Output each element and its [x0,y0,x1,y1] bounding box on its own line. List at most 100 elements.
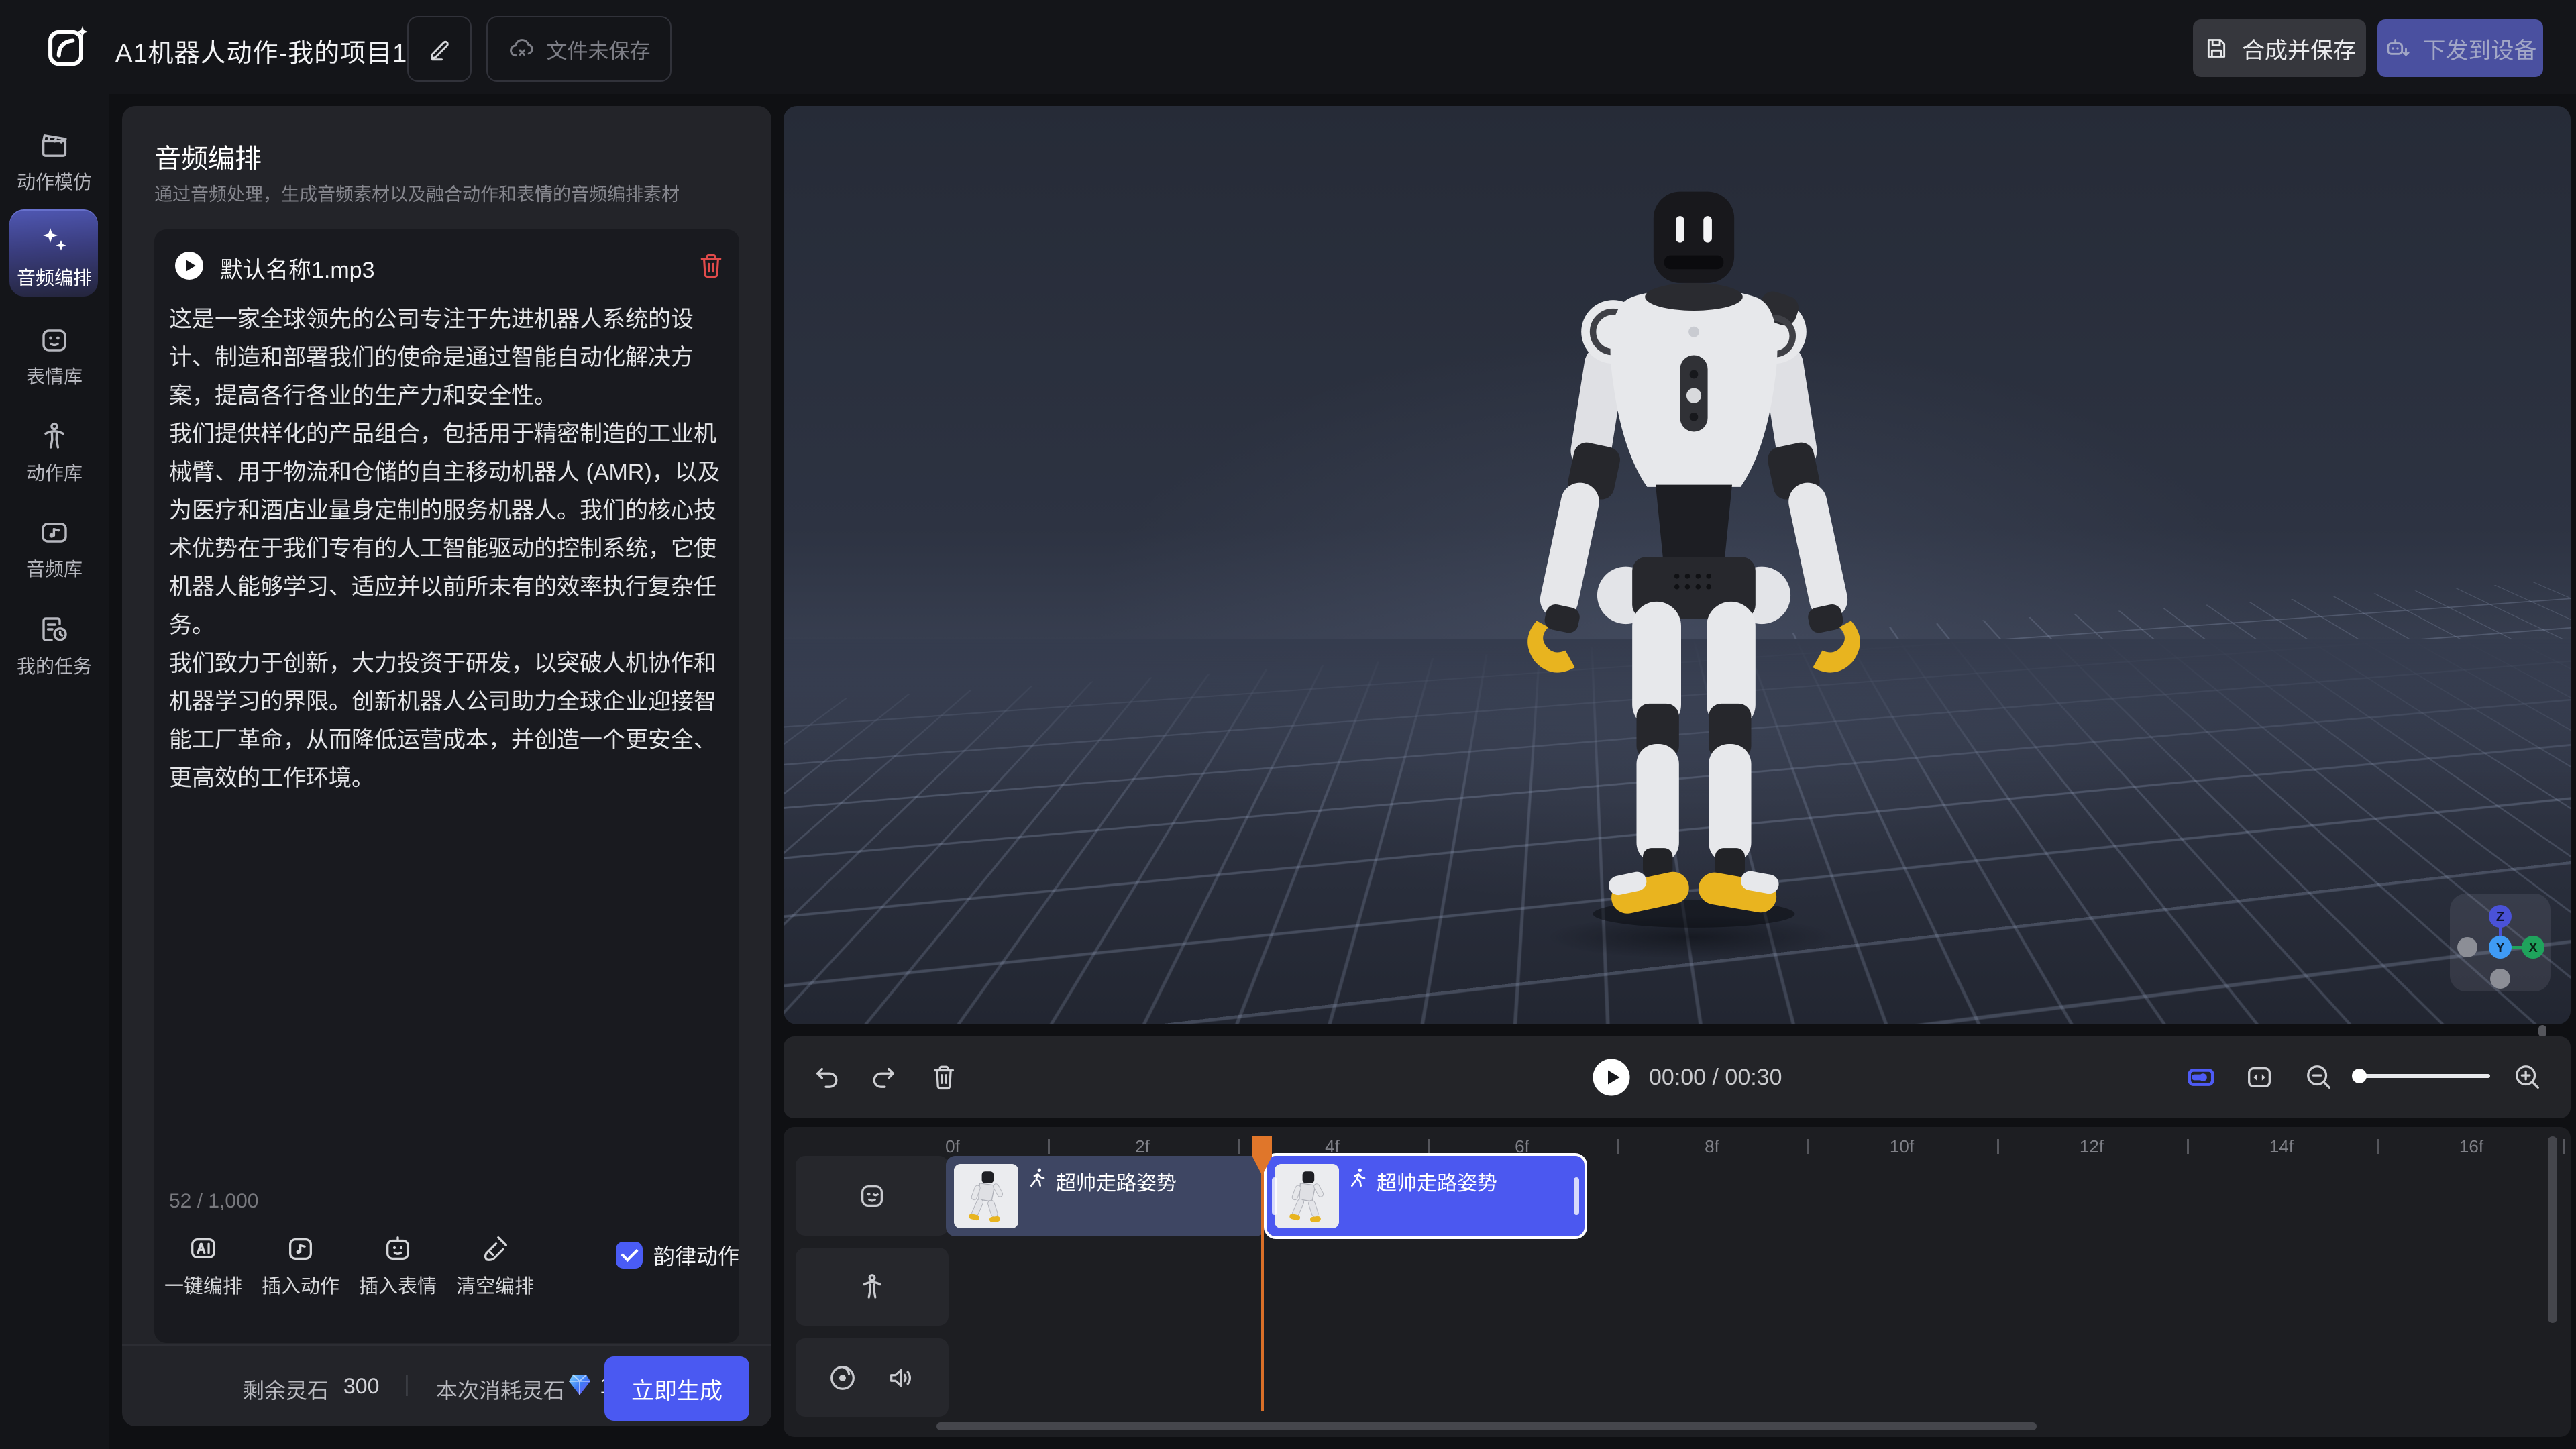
speaker-icon [886,1362,917,1393]
timeline-zoom-slider-knob[interactable] [2352,1069,2367,1083]
person-icon [38,420,70,452]
deploy-button-label: 下发到设备 [2423,32,2537,65]
sidebar-item-audio-arrange[interactable]: 音频编排 [0,225,109,290]
topbar: A1机器人动作-我的项目1 文件未保存 合成并保存 下发到设备 [0,0,2576,94]
audio-play-button[interactable] [173,250,205,282]
action-label: 一键编排 [164,1271,242,1299]
play-button[interactable] [1591,1057,1631,1097]
auto-snap-toggle[interactable] [2186,1062,2216,1093]
deploy-button[interactable]: 下发到设备 [2377,19,2543,77]
remaining-stones-value: 300 [343,1374,379,1399]
gizmo-z-label: Z [2496,910,2504,924]
ai-box-icon [188,1233,219,1264]
ruler-tick [1807,1139,1809,1154]
track-header-audio[interactable] [796,1338,949,1417]
rename-button[interactable] [407,16,472,82]
audio-arrange-panel: 音频编排 通过音频处理，生成音频素材以及融合动作和表情的音频编排素材 默认名称1… [122,106,771,1426]
gizmo-neg-z[interactable] [2490,969,2510,989]
axis-gizmo[interactable]: Z Y X [2450,894,2551,991]
time-display: 00:00 / 00:30 [1649,1065,1782,1091]
ruler-tick [1238,1139,1240,1154]
timeline-vertical-scrollbar[interactable] [2548,1136,2557,1323]
rhythm-disc-icon [827,1362,858,1393]
ruler-label: 4f [1325,1136,1340,1157]
robot-face-icon [38,323,70,356]
clip-trim-handle-left[interactable] [1272,1177,1277,1215]
script-paragraph: 我们提供样化的产品组合，包括用于精密制造的工业机械臂、用于物流和仓储的自主移动机… [169,415,724,645]
checkbox-checked-icon[interactable] [616,1242,643,1269]
ruler-tick [2187,1139,2189,1154]
playhead-line[interactable] [1261,1138,1264,1411]
sparkles-icon [38,225,70,257]
gem-icon [565,1370,594,1399]
script-text[interactable]: 这是一家全球领先的公司专注于先进机器人系统的设计、制造和部署我们的使命是通过智能… [169,301,724,798]
gizmo-neg-x[interactable] [2457,937,2477,957]
rhythm-toggle-label: 韵律动作 [653,1240,739,1271]
ruler-label: 14f [2269,1136,2294,1157]
sidebar-item-motion-lib[interactable]: 动作库 [0,420,109,486]
save-button[interactable]: 合成并保存 [2193,19,2366,77]
fit-timeline-button[interactable] [2244,1062,2275,1093]
ruler-tick [1617,1139,1619,1154]
track-header-expression[interactable] [796,1156,949,1236]
insert-motion-button[interactable]: 插入动作 [257,1233,344,1299]
insert-expression-button[interactable]: 插入表情 [354,1233,441,1299]
zoom-out-button[interactable] [2304,1062,2334,1093]
char-count: 52 / 1,000 [169,1190,258,1213]
action-label: 插入表情 [359,1271,437,1299]
rhythm-motion-toggle[interactable]: 韵律动作 [616,1240,739,1271]
timeline-zoom-slider[interactable] [2359,1074,2490,1078]
ruler-tick [1428,1139,1430,1154]
track-header-motion[interactable] [796,1248,949,1326]
ruler-tick [2377,1139,2379,1154]
gizmo-y-label: Y [2496,941,2505,955]
one-key-arrange-button[interactable]: 一键编排 [160,1233,247,1299]
script-paragraph: 我们致力于创新，大力投资于研发，以突破人机协作和机器学习的界限。创新机器人公司助… [169,645,724,798]
run-pose-icon [1347,1167,1368,1188]
delete-audio-button[interactable] [696,251,726,280]
insert-motion-icon [285,1233,316,1264]
sidebar-item-label: 动作库 [26,459,83,486]
clear-arrange-button[interactable]: 清空编排 [451,1233,539,1299]
action-label: 插入动作 [262,1271,339,1299]
run-pose-icon [1026,1167,1048,1188]
page-scrollbar-thumb[interactable] [2538,1025,2546,1037]
sidebar-item-label: 动作模仿 [17,168,92,195]
ruler-label: 0f [945,1136,960,1157]
timeline-clip-selected[interactable]: 超帅走路姿势 [1267,1156,1585,1236]
music-library-icon [38,516,70,548]
app-root: { "topbar": { "title": "A1机器人动作-我的项目1", … [0,0,2576,1449]
redo-button[interactable] [868,1062,899,1093]
timeline-horizontal-scrollbar[interactable] [936,1422,2037,1430]
play-circle-icon [173,250,205,282]
audio-script-card: 默认名称1.mp3 这是一家全球领先的公司专注于先进机器人系统的设计、制造和部署… [154,229,739,1343]
timeline-clip[interactable]: 超帅走路姿势 [946,1156,1265,1236]
delete-clip-button[interactable] [928,1062,959,1093]
zoom-in-button[interactable] [2512,1062,2543,1093]
project-title: A1机器人动作-我的项目1 [115,32,407,69]
undo-button[interactable] [812,1062,843,1093]
clip-label: 超帅走路姿势 [1056,1167,1177,1196]
clip-trim-handle-right[interactable] [1574,1177,1579,1215]
sidebar-item-audio-lib[interactable]: 音频库 [0,516,109,582]
playback-bar: 00:00 / 00:30 [784,1036,2571,1118]
ruler-label: 2f [1135,1136,1150,1157]
generate-button-label: 立即生成 [631,1373,722,1405]
footer-divider: | [404,1371,410,1397]
sidebar-item-motion-mimic[interactable]: 动作模仿 [0,129,109,195]
save-status-label: 文件未保存 [547,34,651,64]
3d-viewport[interactable]: Z Y X [784,106,2571,1024]
save-status-button[interactable]: 文件未保存 [486,16,672,82]
sidebar-item-label: 表情库 [26,362,83,389]
sidebar-item-my-tasks[interactable]: 我的任务 [0,613,109,679]
floppy-save-icon [2203,35,2230,62]
ruler-label: 8f [1705,1136,1719,1157]
sidebar-item-label: 音频编排 [17,264,92,290]
generate-button[interactable]: 立即生成 [604,1356,749,1421]
audio-file-name: 默认名称1.mp3 [220,252,375,284]
ruler-label: 10f [1890,1136,1914,1157]
sidebar-item-expression-lib[interactable]: 表情库 [0,323,109,389]
robot-model[interactable] [1503,185,1885,933]
panel-footer: 剩余灵石 300 | 本次消耗灵石 10 立即生成 [122,1344,771,1428]
clapperboard-icon [38,129,70,161]
